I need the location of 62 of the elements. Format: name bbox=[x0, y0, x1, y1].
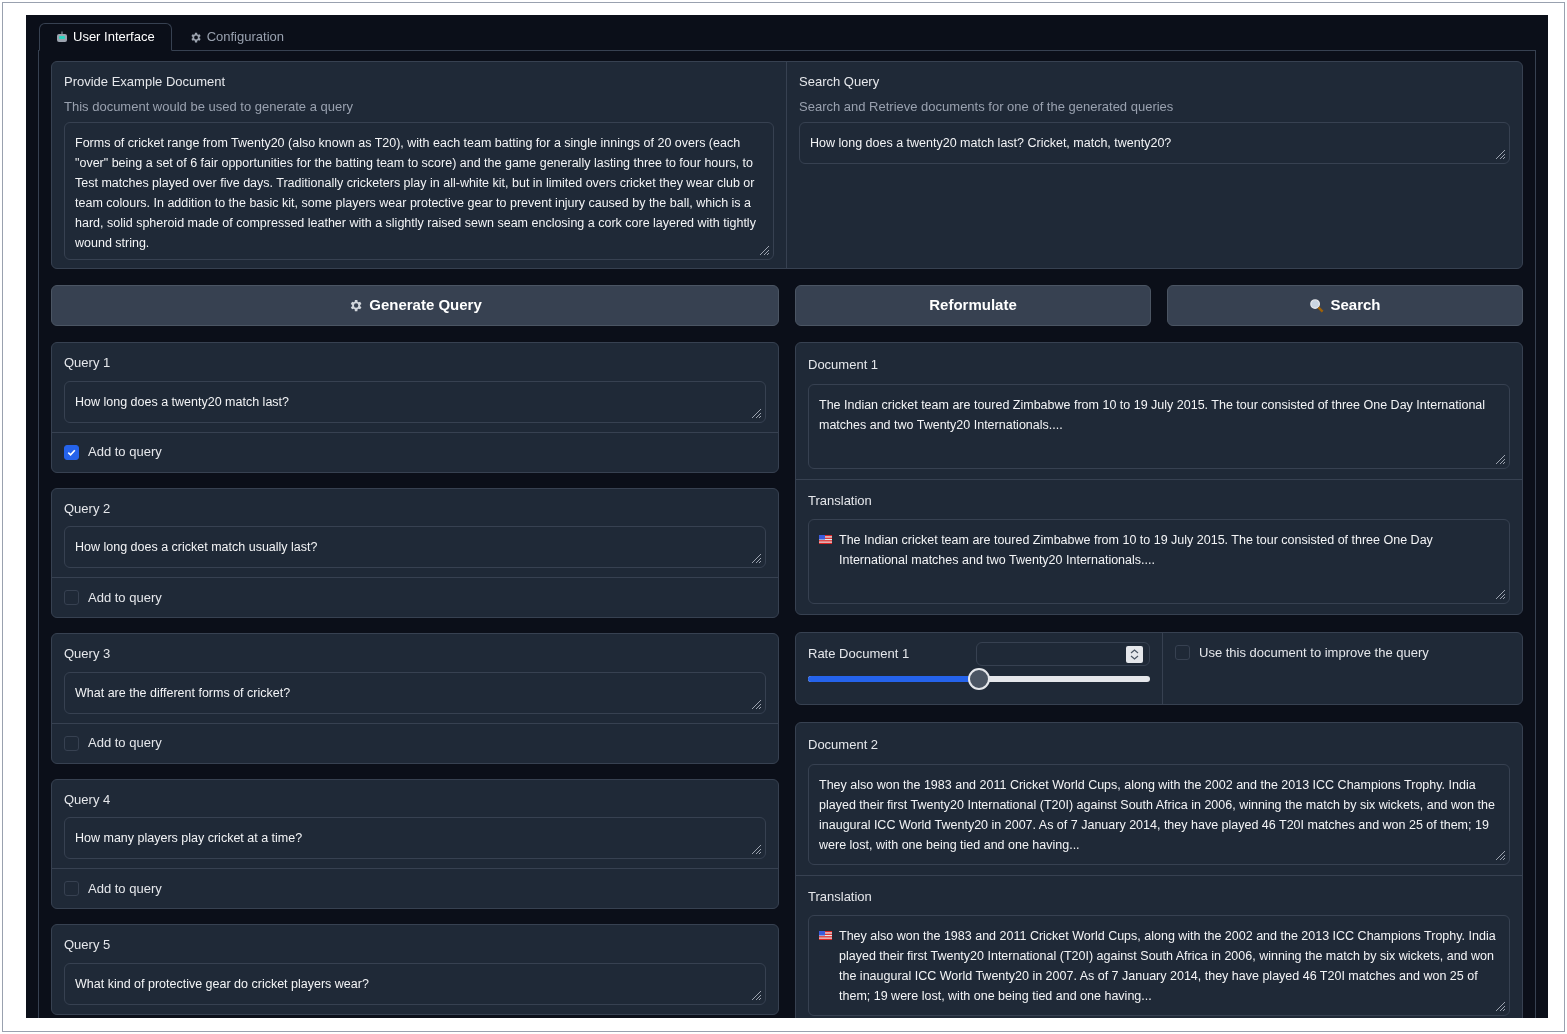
resize-grip-icon[interactable] bbox=[1494, 452, 1506, 465]
text-area[interactable]: The Indian cricket team are toured Zimbabwe from 10 to 19 July 2015. The tour consisted of three One Day International matches and two Twenty20 Internationals.... bbox=[808, 383, 1510, 469]
field-label: Query 2 bbox=[64, 499, 112, 518]
field-label: Translation bbox=[808, 491, 873, 510]
field-label: Provide Example Document bbox=[64, 73, 227, 91]
field-label: Document 2 bbox=[808, 736, 880, 754]
resize-grip-icon[interactable] bbox=[750, 988, 762, 1001]
resize-grip-icon[interactable] bbox=[1494, 588, 1506, 600]
text-area[interactable]: Forms of cricket range from Twenty20 (also known as T20), with each team batting for a single innings of 20 overs (each "over" being a set of 6 fair opportunities for the batting team to score) and the game generally lasting three to four hours, to Test matches played over five days. Traditionally cricketers play in all-white kit, but in limited overs cricket they wear club or team colours. In addition to the basic kit, some players wear protective gear to prevent injury caused by the ball, which is a hard, solid spheroid made of compressed leather with a slightly raised sewn seam enclosing a cork core layered with tightly wound string. bbox=[64, 122, 774, 260]
checkbox[interactable] bbox=[64, 881, 79, 896]
button[interactable]: Generate Query bbox=[51, 285, 779, 326]
tab[interactable]: User Interface bbox=[39, 23, 172, 51]
resize-grip-icon[interactable] bbox=[1494, 1000, 1506, 1012]
field-label: Query 5 bbox=[64, 936, 112, 954]
button[interactable]: Reformulate bbox=[795, 285, 1151, 326]
checkbox[interactable] bbox=[64, 735, 79, 751]
resize-grip-icon[interactable] bbox=[750, 552, 762, 564]
text-area[interactable] bbox=[808, 915, 1510, 1016]
resize-grip-icon[interactable] bbox=[750, 843, 762, 855]
field-label: Search Query bbox=[799, 73, 881, 91]
field-label: Query 3 bbox=[64, 645, 112, 663]
search-icon bbox=[1309, 298, 1325, 313]
field-description: This document would be used to generate a query bbox=[64, 97, 355, 116]
checkbox-label: Add to query bbox=[88, 443, 162, 462]
translation-text: The Indian cricket team are toured Zimbabwe from 10 to 19 July 2015. The tour consisted of three One Day International matches and two Twenty20 Internationals.... bbox=[839, 532, 1434, 569]
slider-thumb[interactable] bbox=[968, 668, 990, 690]
field-label: Document 1 bbox=[808, 356, 880, 374]
slider-label: Rate Document 1 bbox=[808, 645, 910, 664]
checkbox-label: Add to query bbox=[88, 734, 162, 753]
field-description: Search and Retrieve documents for one of the generated queries bbox=[799, 97, 1175, 116]
checkbox[interactable] bbox=[1175, 645, 1190, 660]
checkbox-label: Use this document to improve the query bbox=[1199, 645, 1429, 660]
robot-icon bbox=[56, 31, 68, 43]
translation-text: They also won the 1983 and 2011 Cricket World Cups, along with the 2002 and the 2013 ICC Champions Trophy. India played their first Twenty20 International (T20I) against South Africa in 2006, winning the match by six wickets, and won the inaugural ICC World Twenty20 in 2007. As of 7 January 2014, they have played 46 T20I matches and won 25 of them; 19 were lost, with one being tied and one having... bbox=[839, 928, 1497, 1005]
checkbox-label: Add to query bbox=[88, 588, 162, 607]
resize-grip-icon[interactable] bbox=[750, 406, 762, 419]
field-label: Translation bbox=[808, 887, 873, 906]
checkbox-label: Add to query bbox=[88, 879, 162, 898]
gear-icon bbox=[348, 298, 364, 313]
checkbox[interactable] bbox=[64, 444, 79, 460]
text-area[interactable]: How long does a twenty20 match last? bbox=[64, 380, 766, 423]
tab[interactable]: Configuration bbox=[171, 23, 301, 51]
resize-grip-icon[interactable] bbox=[1494, 148, 1506, 160]
resize-grip-icon[interactable] bbox=[750, 697, 762, 710]
text-area[interactable]: What are the different forms of cricket? bbox=[64, 671, 766, 714]
text-area[interactable]: They also won the 1983 and 2011 Cricket World Cups, along with the 2002 and the 2013 ICC Champions Trophy. India played their first Twenty20 International (T20I) against South Africa in 2006, winning the match by six wickets, and won the inaugural ICC World Twenty20 in 2007. As of 7 January 2014, they have played 46 T20I matches and won 25 of them; 19 were lost, with one being tied and one having... bbox=[808, 763, 1510, 865]
text-area[interactable]: How long does a twenty20 match last? Cricket, match, twenty20? bbox=[799, 122, 1510, 164]
resize-grip-icon[interactable] bbox=[1494, 848, 1506, 861]
field-label: Query 4 bbox=[64, 790, 112, 809]
checkbox[interactable] bbox=[64, 590, 79, 605]
text-area[interactable]: How long does a cricket match usually last? bbox=[64, 526, 766, 568]
spinner-arrows-icon[interactable] bbox=[1126, 645, 1143, 663]
slider-track[interactable] bbox=[808, 676, 1150, 682]
flag-icon bbox=[819, 931, 832, 940]
flag-icon bbox=[819, 535, 832, 544]
button[interactable]: Search bbox=[1167, 285, 1523, 326]
text-area[interactable]: How many players play cricket at a time? bbox=[64, 817, 766, 859]
resize-grip-icon[interactable] bbox=[758, 244, 770, 256]
text-area[interactable]: The Indian cricket team are toured Zimbabwe from 10 to 19 July 2015. The tour consisted of three One Day International matches and two Twenty20 Internationals.... bbox=[808, 519, 1510, 604]
number-input[interactable] bbox=[976, 642, 1150, 666]
text-area[interactable]: What kind of protective gear do cricket players wear? bbox=[64, 962, 766, 1005]
field-label: Query 1 bbox=[64, 354, 112, 372]
